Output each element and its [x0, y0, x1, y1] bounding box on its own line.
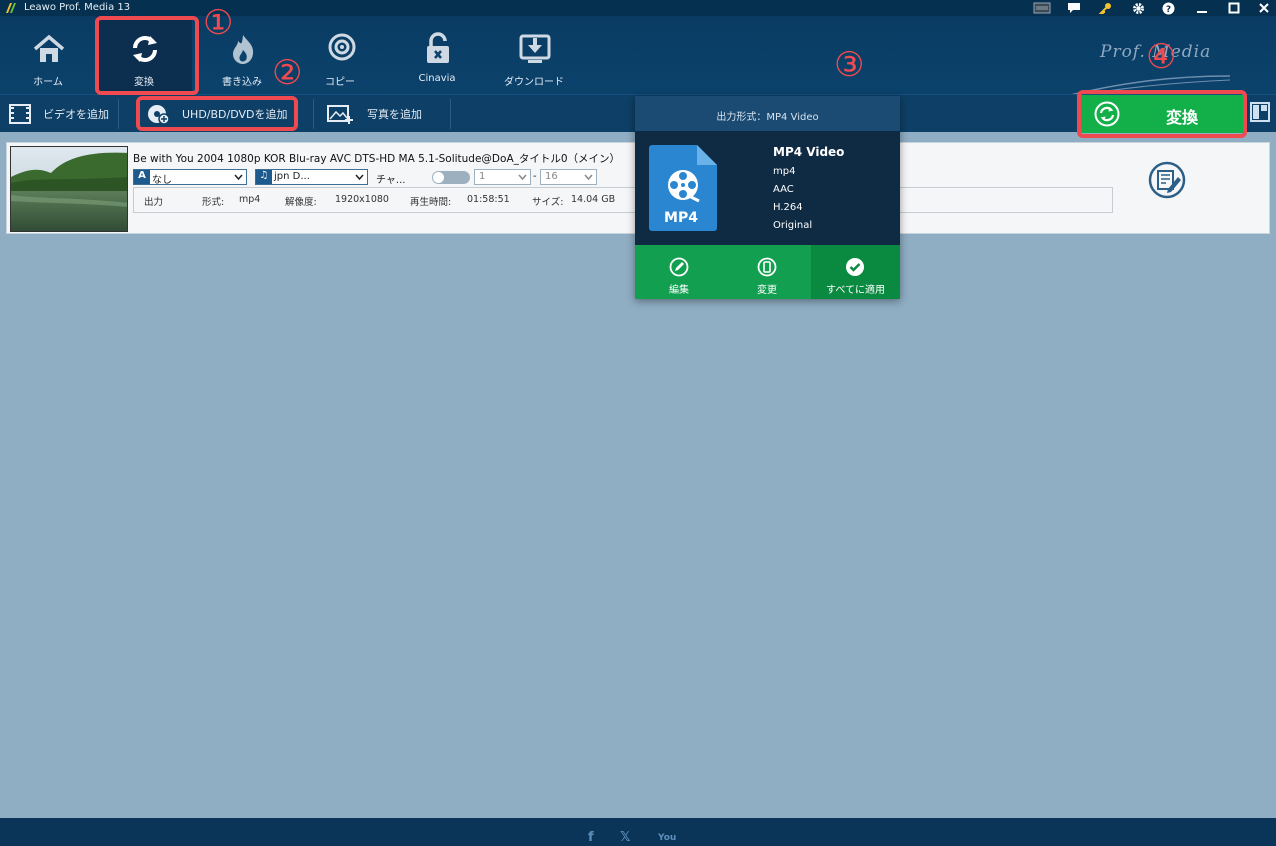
output-format-popup: 出力形式：MP4 Video MP4 MP4 Video mp4 AAC H.2… [635, 96, 900, 299]
duration-value: 01:58:51 [467, 194, 510, 205]
audio-track-value: jpn D... [274, 171, 310, 182]
change-button[interactable]: 変更 [723, 245, 811, 299]
chevron-down-icon [518, 174, 527, 181]
edit-video-icon[interactable] [1147, 160, 1187, 200]
download-icon [519, 34, 551, 63]
output-format-title: 出力形式：MP4 Video [716, 112, 819, 123]
annotation-number-4: ④ [1146, 37, 1177, 77]
app-title: Leawo Prof. Media 13 [24, 2, 131, 13]
size-label: サイズ: [532, 197, 564, 208]
format-video-codec: H.264 [773, 202, 803, 213]
toolbar-divider [118, 99, 119, 129]
apply-all-label: すべてに適用 [826, 285, 885, 296]
output-label: 出力 [144, 197, 164, 208]
format-value: mp4 [239, 194, 261, 205]
chapter-end-value: 16 [545, 171, 558, 182]
x-twitter-icon[interactable]: 𝕏 [620, 830, 630, 845]
apply-all-button[interactable]: すべてに適用 [811, 245, 900, 299]
chapter-start-dropdown[interactable]: 1 [474, 169, 531, 185]
subtitle-dropdown[interactable]: A なし [133, 169, 247, 186]
app-logo-icon [6, 3, 16, 13]
add-photo-label: 写真を追加 [367, 108, 422, 121]
format-container: mp4 [773, 166, 796, 177]
nav-download-label: ダウンロード [504, 77, 564, 88]
annotation-number-3: ③ [834, 45, 865, 85]
cinavia-icon [427, 32, 449, 63]
annotation-box-1 [95, 16, 199, 95]
close-icon[interactable] [1254, 0, 1274, 16]
video-thumbnail [10, 146, 128, 232]
resolution-label: 解像度: [285, 197, 317, 208]
annotation-box-4 [1077, 90, 1247, 138]
output-format-header[interactable]: 出力形式：MP4 Video [635, 96, 900, 131]
check-icon [846, 258, 864, 276]
size-value: 14.04 GB [571, 194, 616, 205]
output-format-details: MP4 MP4 Video mp4 AAC H.264 Original [635, 131, 900, 245]
chapter-start-value: 1 [479, 171, 486, 182]
popup-action-bar: 編集 変更 すべてに適用 [635, 245, 900, 299]
nav-cinavia-label: Cinavia [418, 73, 456, 84]
annotation-number-2: ② [272, 53, 303, 93]
video-title: Be with You 2004 1080p KOR Blu-ray AVC D… [133, 153, 621, 165]
music-note-icon: ♫ [256, 170, 272, 184]
edit-label: 編集 [669, 285, 689, 296]
add-video-label: ビデオを追加 [43, 108, 109, 121]
maximize-icon[interactable] [1224, 0, 1244, 16]
toolbar-divider [450, 99, 451, 129]
toolbar-divider [313, 99, 314, 129]
output-info-bar: 出力 形式: mp4 解像度: 1920x1080 再生時間: 01:58:51… [133, 187, 1113, 213]
film-icon [9, 104, 31, 124]
footer-bar: f 𝕏 You [0, 818, 1276, 846]
copy-icon [328, 33, 356, 61]
home-icon [33, 34, 65, 62]
annotation-number-1: ① [203, 3, 234, 43]
nav-download[interactable]: ダウンロード [486, 16, 582, 94]
facebook-icon[interactable]: f [588, 830, 594, 845]
chevron-down-icon [584, 174, 593, 181]
device-icon [757, 257, 777, 277]
mp4-badge: MP4 [664, 210, 698, 226]
format-quality: Original [773, 220, 813, 231]
svg-text:?: ? [1165, 5, 1170, 15]
subtitle-value: なし [152, 175, 172, 186]
chapter-toggle[interactable] [432, 171, 470, 184]
title-bar: Leawo Prof. Media 13 ? [0, 0, 1276, 16]
annotation-box-2 [136, 96, 298, 131]
mp4-file-icon: MP4 [649, 145, 717, 231]
change-label: 変更 [757, 285, 777, 296]
chapter-end-dropdown[interactable]: 16 [540, 169, 597, 185]
amd-icon[interactable] [1032, 0, 1052, 16]
chevron-down-icon [355, 174, 364, 181]
edit-button[interactable]: 編集 [635, 245, 723, 299]
nav-copy[interactable]: コピー [292, 16, 388, 94]
key-icon[interactable] [1096, 0, 1116, 16]
youtube-icon[interactable]: You [658, 833, 676, 843]
subtitle-icon: A [134, 170, 150, 184]
nav-home-label: ホーム [33, 77, 63, 88]
add-photo-button[interactable]: 写真を追加 [327, 95, 422, 133]
layout-toggle-icon[interactable] [1250, 101, 1270, 123]
chapter-label: チャ... [376, 175, 406, 186]
format-name: MP4 Video [773, 145, 845, 159]
duration-label: 再生時間: [410, 197, 452, 208]
chat-icon[interactable] [1064, 0, 1084, 16]
photo-icon [327, 105, 353, 124]
chapter-separator: - [533, 171, 537, 182]
pencil-icon [669, 257, 689, 277]
format-label: 形式: [202, 197, 225, 208]
format-audio-codec: AAC [773, 184, 794, 195]
audio-track-dropdown[interactable]: ♫ jpn D... [255, 169, 368, 185]
chevron-down-icon [234, 174, 243, 181]
nav-home[interactable]: ホーム [0, 16, 96, 94]
resolution-value: 1920x1080 [335, 194, 389, 205]
help-icon[interactable]: ? [1158, 0, 1178, 16]
minimize-icon[interactable] [1192, 0, 1212, 16]
nav-cinavia[interactable]: Cinavia [389, 16, 485, 94]
add-video-button[interactable]: ビデオを追加 [9, 95, 109, 133]
gear-icon[interactable] [1128, 0, 1148, 16]
nav-copy-label: コピー [325, 77, 355, 88]
